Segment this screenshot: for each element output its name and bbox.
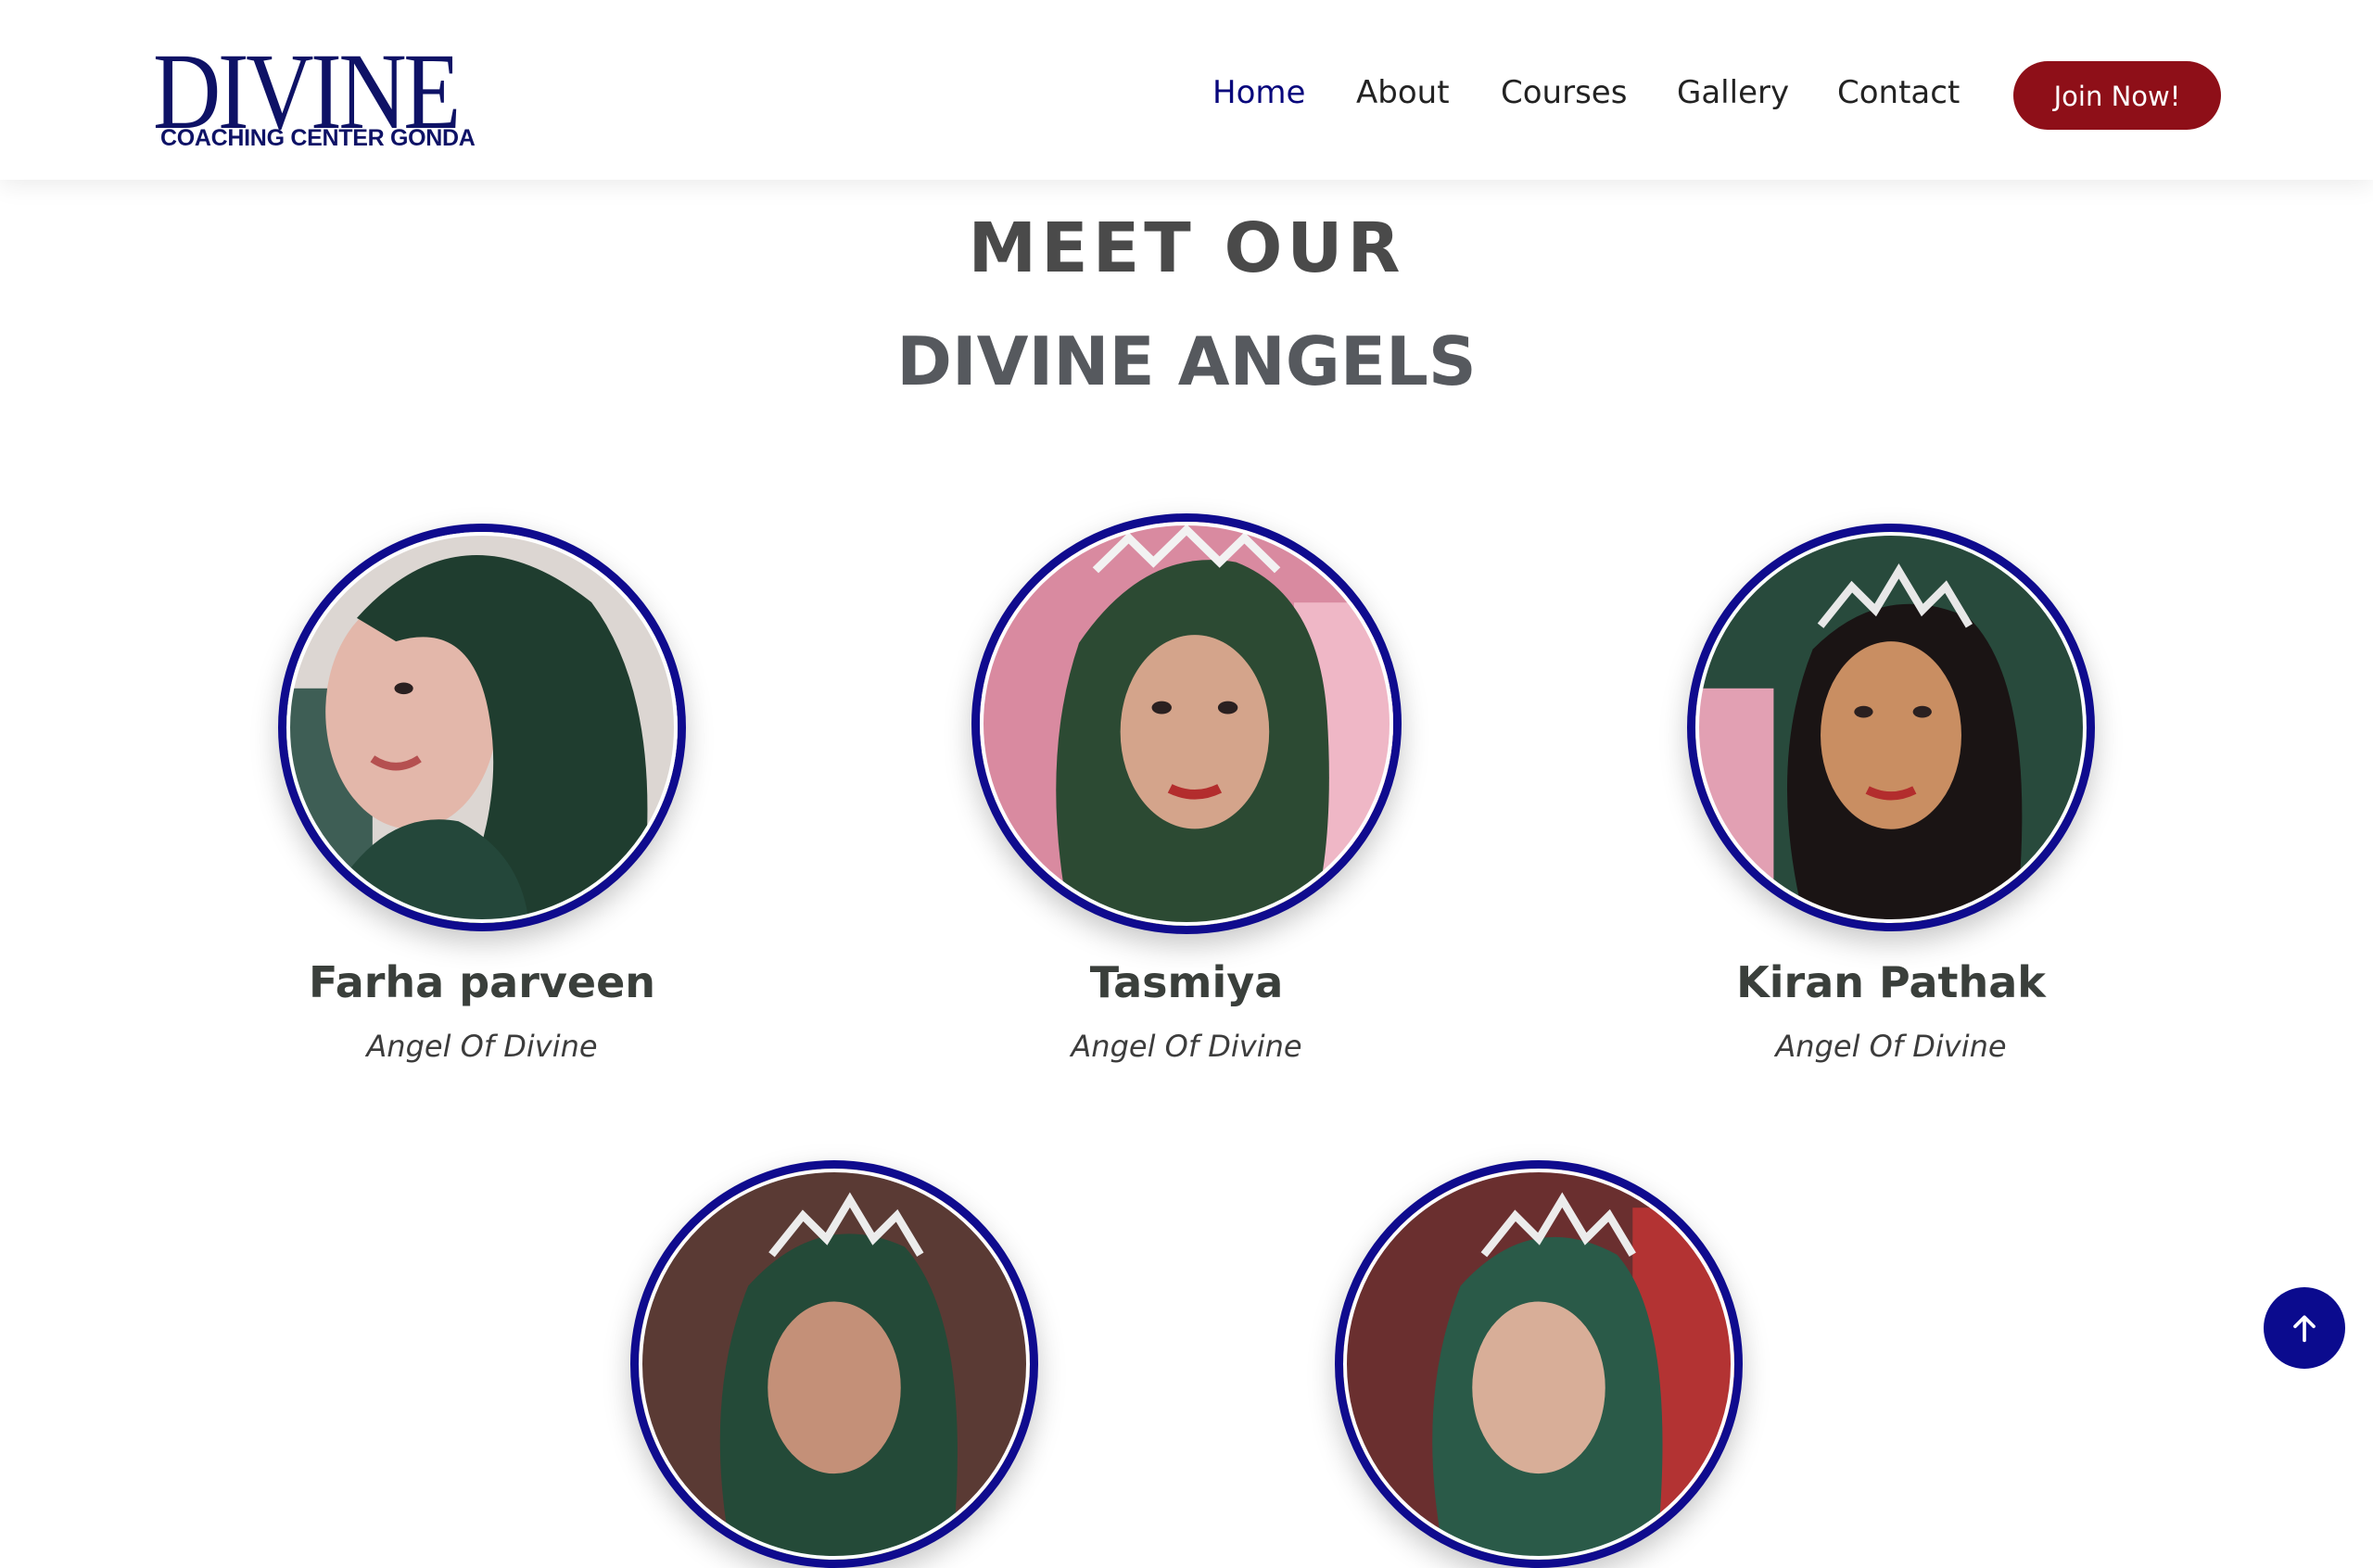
member-role: Angel Of Divine: [366, 1029, 598, 1064]
site-header: DIVINE COACHING CENTER GONDA Home About …: [0, 0, 2373, 180]
member-name: Tasmiya: [1089, 957, 1284, 1007]
nav-home[interactable]: Home: [1212, 74, 1305, 111]
scroll-to-top-button[interactable]: [2264, 1287, 2345, 1369]
arrow-up-icon: [2293, 1315, 2316, 1343]
nav-about[interactable]: About: [1356, 74, 1450, 111]
member-photo: [971, 513, 1402, 934]
join-now-button[interactable]: Join Now!: [2013, 61, 2221, 130]
member-photo: [630, 1160, 1038, 1568]
section-title-line1: MEET OUR: [968, 209, 1405, 288]
nav-contact[interactable]: Contact: [1837, 74, 1960, 111]
member-name: Kiran Pathak: [1736, 957, 2046, 1007]
nav-gallery[interactable]: Gallery: [1677, 74, 1789, 111]
member-role: Angel Of Divine: [1775, 1029, 2007, 1064]
member-role: Angel Of Divine: [1071, 1029, 1302, 1064]
member-photo: [278, 524, 686, 931]
member-photo: [1687, 524, 2095, 931]
member-name: Farha parveen: [308, 957, 656, 1007]
member-photo: [1335, 1160, 1743, 1568]
logo-tagline: COACHING CENTER GONDA: [160, 125, 476, 151]
nav-courses[interactable]: Courses: [1501, 74, 1627, 111]
section-title-line2: DIVINE ANGELS: [896, 322, 1477, 400]
